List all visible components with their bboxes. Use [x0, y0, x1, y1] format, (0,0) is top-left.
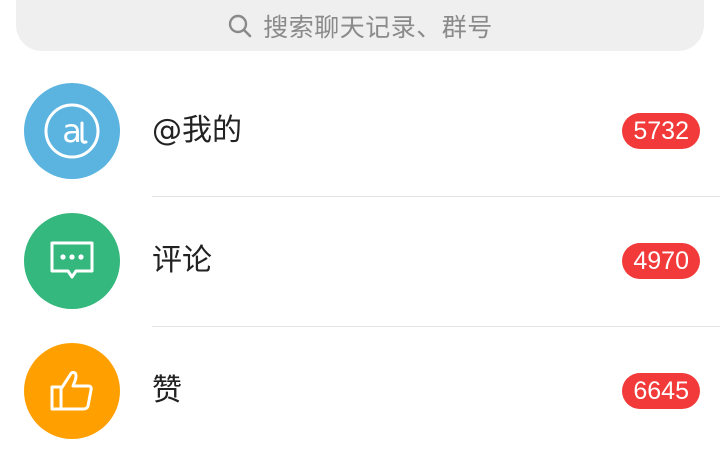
comment-bubble-icon [50, 241, 94, 279]
likes-label: 赞 [152, 373, 182, 408]
search-bar[interactable]: 搜索聊天记录、群号 [16, 0, 704, 51]
likes-count-badge: 6645 [622, 373, 700, 409]
list-item-comments[interactable]: 评论 4970 [0, 196, 720, 326]
svg-text:a: a [62, 112, 82, 150]
mentions-count-badge: 5732 [622, 113, 700, 149]
search-inner: 搜索聊天记录、群号 [227, 8, 493, 44]
mentions-avatar: a [24, 83, 120, 179]
search-placeholder: 搜索聊天记录、群号 [263, 12, 493, 42]
at-sign-icon: a [44, 103, 100, 159]
comments-label: 评论 [152, 243, 212, 278]
list-item-likes[interactable]: 赞 6645 [0, 326, 720, 456]
comments-avatar [24, 213, 120, 309]
list-item-mentions[interactable]: a @我的 5732 [0, 66, 720, 196]
search-icon [229, 14, 252, 37]
thumbs-up-icon [50, 370, 93, 411]
likes-avatar [24, 343, 120, 439]
mentions-label: @我的 [152, 113, 242, 148]
comments-count-badge: 4970 [622, 243, 700, 279]
